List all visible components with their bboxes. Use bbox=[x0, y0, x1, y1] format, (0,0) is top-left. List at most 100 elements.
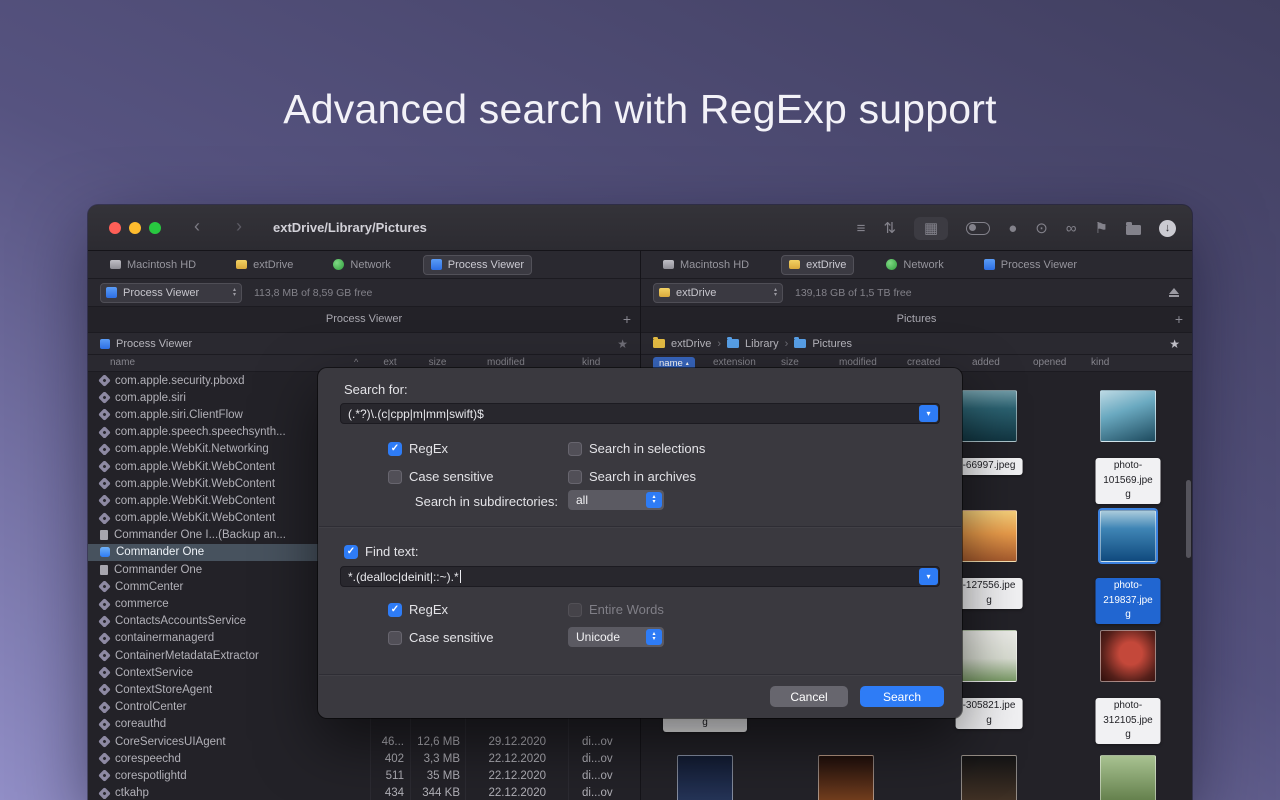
eject-icon[interactable] bbox=[1167, 287, 1180, 299]
file-row[interactable]: coreauthd bbox=[88, 716, 640, 733]
breadcrumb-label: Pictures bbox=[812, 338, 852, 350]
cancel-button[interactable]: Cancel bbox=[770, 686, 848, 707]
column-header-opened[interactable]: opened bbox=[1033, 357, 1066, 368]
search-history-dropdown-button[interactable]: ▾ bbox=[919, 405, 938, 422]
folder-icon[interactable] bbox=[1126, 225, 1141, 235]
stage: Advanced search with RegExp support ‹ › … bbox=[0, 0, 1280, 800]
column-header-added[interactable]: added bbox=[972, 357, 1000, 368]
file-row[interactable]: corespotlightd51135 MB22.12.2020di...ov bbox=[88, 767, 640, 784]
forward-button[interactable]: › bbox=[236, 216, 242, 238]
subdirectories-select[interactable]: all ▴▾ bbox=[568, 490, 664, 510]
tag-icon bbox=[98, 632, 111, 644]
photo-thumbnail[interactable] bbox=[961, 755, 1017, 800]
right-scrollbar[interactable] bbox=[1186, 480, 1191, 558]
column-header-size[interactable]: size bbox=[781, 357, 799, 368]
right-volume-select[interactable]: extDrive ▴▾ bbox=[653, 283, 783, 303]
favorite-star-icon[interactable]: ★ bbox=[1169, 338, 1180, 350]
column-header-modified[interactable]: modified bbox=[487, 357, 525, 368]
file-row[interactable]: corespeechd4023,3 MB22.12.2020di...ov bbox=[88, 750, 640, 767]
search-in-selections-checkbox[interactable]: ✓ Search in selections bbox=[568, 441, 705, 456]
preview-toggle-icon[interactable] bbox=[966, 222, 990, 235]
drive-tab-macintosh-hd[interactable]: Macintosh HD bbox=[102, 255, 204, 275]
tab-process-viewer[interactable]: Process Viewer bbox=[88, 307, 640, 332]
breadcrumb-item-extdrive[interactable]: extDrive bbox=[653, 338, 711, 350]
back-button[interactable]: ‹ bbox=[194, 216, 200, 238]
photo-label[interactable]: photo-219837.jpe g bbox=[1096, 578, 1161, 624]
check-icon: ✓ bbox=[391, 444, 399, 454]
breadcrumb-label: Library bbox=[745, 338, 779, 350]
file-row[interactable]: ctkahp434344 KB22.12.2020di...ov bbox=[88, 785, 640, 800]
breadcrumb-item-pictures[interactable]: Pictures bbox=[794, 338, 852, 350]
drive-tab-network[interactable]: Network bbox=[878, 255, 951, 275]
drive-tab-macintosh-hd[interactable]: Macintosh HD bbox=[655, 255, 757, 275]
photo-thumbnail[interactable] bbox=[1100, 390, 1156, 442]
case-sensitive-checkbox[interactable]: ✓ Case sensitive bbox=[388, 630, 494, 645]
left-volume-select[interactable]: Process Viewer ▴▾ bbox=[100, 283, 242, 303]
photo-thumbnail[interactable] bbox=[961, 510, 1017, 562]
search-button[interactable]: Search bbox=[860, 686, 944, 707]
zoom-window-button[interactable] bbox=[149, 222, 161, 234]
favorite-star-icon[interactable]: ★ bbox=[617, 338, 628, 350]
breadcrumb-item-library[interactable]: Library bbox=[727, 338, 779, 350]
column-header-modified[interactable]: modified bbox=[839, 357, 877, 368]
drive-tab-network[interactable]: Network bbox=[325, 255, 398, 275]
encoding-select[interactable]: Unicode ▴▾ bbox=[568, 627, 664, 647]
photo-thumbnail[interactable] bbox=[1100, 510, 1156, 562]
column-header-kind[interactable]: kind bbox=[582, 357, 600, 368]
eye-icon[interactable]: ⊙ bbox=[1035, 221, 1048, 236]
dual-pane-view-icon-button[interactable]: ▦ bbox=[914, 217, 948, 240]
proc-drive-icon bbox=[984, 259, 995, 270]
sort-icon[interactable]: ⇅ bbox=[883, 221, 896, 236]
photo-label[interactable]: photo-312105.jpe g bbox=[1096, 698, 1161, 744]
photo-label[interactable]: -66997.jpeg bbox=[956, 458, 1023, 475]
photo-label[interactable]: -127556.jpe g bbox=[956, 578, 1023, 609]
photo-thumbnail[interactable] bbox=[1100, 755, 1156, 800]
search-pattern-input[interactable]: (.*?)\.(c|cpp|m|mm|swift)$ ▾ bbox=[340, 403, 940, 424]
file-kind: di...ov bbox=[568, 736, 640, 748]
list-view-icon[interactable]: ≡ bbox=[857, 221, 866, 236]
binoculars-icon[interactable]: ∞ bbox=[1066, 221, 1077, 236]
free-space-label: 113,8 MB of 8,59 GB free bbox=[254, 287, 372, 299]
tag-icon bbox=[98, 787, 111, 799]
tab-pictures[interactable]: Pictures bbox=[641, 307, 1192, 332]
find-history-dropdown-button[interactable]: ▾ bbox=[919, 568, 938, 585]
column-header-size[interactable]: size bbox=[410, 357, 465, 368]
checkbox-label: RegEx bbox=[409, 602, 448, 617]
photo-label[interactable]: -305821.jpe g bbox=[956, 698, 1023, 729]
regex-checkbox[interactable]: ✓ RegEx bbox=[388, 602, 448, 617]
close-window-button[interactable] bbox=[109, 222, 121, 234]
drive-label: Macintosh HD bbox=[127, 259, 196, 271]
find-text-checkbox[interactable]: ✓ Find text: bbox=[344, 544, 418, 559]
new-tab-button[interactable]: + bbox=[1175, 307, 1183, 332]
drive-tab-extdrive[interactable]: extDrive bbox=[781, 255, 854, 275]
case-sensitive-checkbox[interactable]: ✓ Case sensitive bbox=[388, 469, 494, 484]
file-row[interactable]: CoreServicesUIAgent46...12,6 MB29.12.202… bbox=[88, 733, 640, 750]
regex-checkbox[interactable]: ✓ RegEx bbox=[388, 441, 448, 456]
tag-icon bbox=[98, 581, 111, 593]
checkbox-box: ✓ bbox=[388, 442, 402, 456]
search-for-label: Search for: bbox=[344, 382, 408, 397]
download-icon[interactable]: ↓ bbox=[1159, 220, 1176, 237]
photo-label[interactable]: photo-101569.jpe g bbox=[1096, 458, 1161, 504]
minimize-window-button[interactable] bbox=[129, 222, 141, 234]
drive-tab-extdrive[interactable]: extDrive bbox=[228, 255, 301, 275]
file-ext: 46... bbox=[370, 736, 410, 748]
sphere-icon[interactable]: ● bbox=[1008, 221, 1017, 236]
column-header-kind[interactable]: kind bbox=[1091, 357, 1109, 368]
column-header-name[interactable]: name bbox=[110, 357, 135, 368]
photo-thumbnail[interactable] bbox=[818, 755, 874, 800]
drive-tab-process-viewer[interactable]: Process Viewer bbox=[976, 255, 1085, 275]
photo-thumbnail[interactable] bbox=[961, 630, 1017, 682]
find-text-input[interactable]: *.(dealloc|deinit|::~).* ▾ bbox=[340, 566, 940, 587]
column-header-extension[interactable]: extension bbox=[713, 357, 756, 368]
photo-thumbnail[interactable] bbox=[1100, 630, 1156, 682]
photo-thumbnail[interactable] bbox=[961, 390, 1017, 442]
search-in-archives-checkbox[interactable]: ✓ Search in archives bbox=[568, 469, 696, 484]
column-header-ext[interactable]: ext bbox=[370, 357, 410, 368]
dual-pane-view-icon[interactable]: ▦ bbox=[924, 221, 938, 236]
new-tab-button[interactable]: + bbox=[623, 307, 631, 332]
drive-tab-process-viewer[interactable]: Process Viewer bbox=[423, 255, 532, 275]
flag-icon[interactable]: ⚑ bbox=[1095, 221, 1108, 236]
photo-thumbnail[interactable] bbox=[677, 755, 733, 800]
column-header-created[interactable]: created bbox=[907, 357, 940, 368]
